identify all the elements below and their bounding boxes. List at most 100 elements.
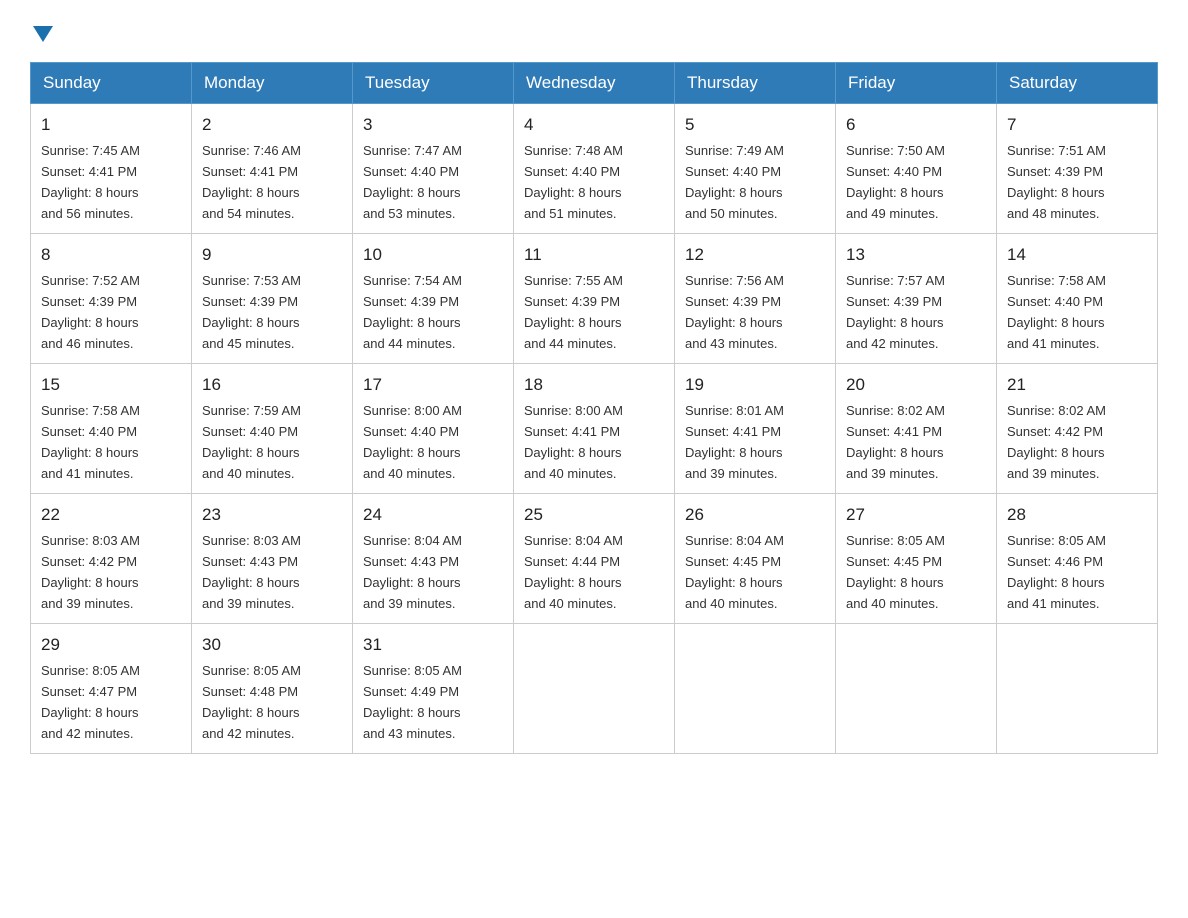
day-info: Sunrise: 7:45 AMSunset: 4:41 PMDaylight:… (41, 143, 140, 221)
calendar-cell: 15 Sunrise: 7:58 AMSunset: 4:40 PMDaylig… (31, 364, 192, 494)
weekday-header-tuesday: Tuesday (353, 63, 514, 104)
calendar-cell (514, 624, 675, 754)
week-row-4: 22 Sunrise: 8:03 AMSunset: 4:42 PMDaylig… (31, 494, 1158, 624)
day-number: 8 (41, 242, 181, 268)
day-number: 28 (1007, 502, 1147, 528)
calendar-cell: 1 Sunrise: 7:45 AMSunset: 4:41 PMDayligh… (31, 104, 192, 234)
weekday-header-saturday: Saturday (997, 63, 1158, 104)
calendar-cell: 30 Sunrise: 8:05 AMSunset: 4:48 PMDaylig… (192, 624, 353, 754)
day-number: 17 (363, 372, 503, 398)
day-number: 27 (846, 502, 986, 528)
day-info: Sunrise: 7:53 AMSunset: 4:39 PMDaylight:… (202, 273, 301, 351)
weekday-header-wednesday: Wednesday (514, 63, 675, 104)
weekday-header-row: SundayMondayTuesdayWednesdayThursdayFrid… (31, 63, 1158, 104)
day-number: 4 (524, 112, 664, 138)
page-header (30, 20, 1158, 42)
day-info: Sunrise: 7:55 AMSunset: 4:39 PMDaylight:… (524, 273, 623, 351)
day-number: 2 (202, 112, 342, 138)
day-info: Sunrise: 8:05 AMSunset: 4:49 PMDaylight:… (363, 663, 462, 741)
calendar-table: SundayMondayTuesdayWednesdayThursdayFrid… (30, 62, 1158, 754)
day-number: 10 (363, 242, 503, 268)
day-info: Sunrise: 7:56 AMSunset: 4:39 PMDaylight:… (685, 273, 784, 351)
day-info: Sunrise: 8:03 AMSunset: 4:42 PMDaylight:… (41, 533, 140, 611)
calendar-cell: 7 Sunrise: 7:51 AMSunset: 4:39 PMDayligh… (997, 104, 1158, 234)
day-info: Sunrise: 8:04 AMSunset: 4:44 PMDaylight:… (524, 533, 623, 611)
day-number: 1 (41, 112, 181, 138)
calendar-cell: 31 Sunrise: 8:05 AMSunset: 4:49 PMDaylig… (353, 624, 514, 754)
day-info: Sunrise: 8:05 AMSunset: 4:45 PMDaylight:… (846, 533, 945, 611)
calendar-cell: 8 Sunrise: 7:52 AMSunset: 4:39 PMDayligh… (31, 234, 192, 364)
calendar-cell: 24 Sunrise: 8:04 AMSunset: 4:43 PMDaylig… (353, 494, 514, 624)
day-info: Sunrise: 8:04 AMSunset: 4:45 PMDaylight:… (685, 533, 784, 611)
day-number: 14 (1007, 242, 1147, 268)
day-info: Sunrise: 8:03 AMSunset: 4:43 PMDaylight:… (202, 533, 301, 611)
day-info: Sunrise: 8:04 AMSunset: 4:43 PMDaylight:… (363, 533, 462, 611)
day-number: 9 (202, 242, 342, 268)
weekday-header-sunday: Sunday (31, 63, 192, 104)
calendar-body: 1 Sunrise: 7:45 AMSunset: 4:41 PMDayligh… (31, 104, 1158, 754)
calendar-cell (836, 624, 997, 754)
day-number: 20 (846, 372, 986, 398)
calendar-cell: 6 Sunrise: 7:50 AMSunset: 4:40 PMDayligh… (836, 104, 997, 234)
day-info: Sunrise: 7:47 AMSunset: 4:40 PMDaylight:… (363, 143, 462, 221)
day-number: 19 (685, 372, 825, 398)
day-info: Sunrise: 8:05 AMSunset: 4:46 PMDaylight:… (1007, 533, 1106, 611)
week-row-3: 15 Sunrise: 7:58 AMSunset: 4:40 PMDaylig… (31, 364, 1158, 494)
calendar-cell: 2 Sunrise: 7:46 AMSunset: 4:41 PMDayligh… (192, 104, 353, 234)
week-row-1: 1 Sunrise: 7:45 AMSunset: 4:41 PMDayligh… (31, 104, 1158, 234)
day-number: 12 (685, 242, 825, 268)
calendar-cell: 21 Sunrise: 8:02 AMSunset: 4:42 PMDaylig… (997, 364, 1158, 494)
calendar-cell: 17 Sunrise: 8:00 AMSunset: 4:40 PMDaylig… (353, 364, 514, 494)
calendar-cell: 23 Sunrise: 8:03 AMSunset: 4:43 PMDaylig… (192, 494, 353, 624)
day-info: Sunrise: 7:58 AMSunset: 4:40 PMDaylight:… (41, 403, 140, 481)
day-number: 11 (524, 242, 664, 268)
day-number: 18 (524, 372, 664, 398)
calendar-cell: 27 Sunrise: 8:05 AMSunset: 4:45 PMDaylig… (836, 494, 997, 624)
day-info: Sunrise: 7:59 AMSunset: 4:40 PMDaylight:… (202, 403, 301, 481)
day-number: 23 (202, 502, 342, 528)
day-number: 29 (41, 632, 181, 658)
day-info: Sunrise: 8:02 AMSunset: 4:41 PMDaylight:… (846, 403, 945, 481)
calendar-cell: 12 Sunrise: 7:56 AMSunset: 4:39 PMDaylig… (675, 234, 836, 364)
calendar-cell (997, 624, 1158, 754)
calendar-cell: 9 Sunrise: 7:53 AMSunset: 4:39 PMDayligh… (192, 234, 353, 364)
weekday-header-thursday: Thursday (675, 63, 836, 104)
weekday-header-monday: Monday (192, 63, 353, 104)
day-number: 21 (1007, 372, 1147, 398)
calendar-cell: 18 Sunrise: 8:00 AMSunset: 4:41 PMDaylig… (514, 364, 675, 494)
day-number: 15 (41, 372, 181, 398)
day-info: Sunrise: 8:01 AMSunset: 4:41 PMDaylight:… (685, 403, 784, 481)
day-info: Sunrise: 8:05 AMSunset: 4:47 PMDaylight:… (41, 663, 140, 741)
day-info: Sunrise: 8:02 AMSunset: 4:42 PMDaylight:… (1007, 403, 1106, 481)
week-row-5: 29 Sunrise: 8:05 AMSunset: 4:47 PMDaylig… (31, 624, 1158, 754)
weekday-header-friday: Friday (836, 63, 997, 104)
logo (30, 20, 53, 42)
day-number: 26 (685, 502, 825, 528)
day-number: 25 (524, 502, 664, 528)
day-number: 7 (1007, 112, 1147, 138)
day-info: Sunrise: 7:57 AMSunset: 4:39 PMDaylight:… (846, 273, 945, 351)
calendar-cell: 3 Sunrise: 7:47 AMSunset: 4:40 PMDayligh… (353, 104, 514, 234)
day-number: 3 (363, 112, 503, 138)
day-info: Sunrise: 8:05 AMSunset: 4:48 PMDaylight:… (202, 663, 301, 741)
day-info: Sunrise: 8:00 AMSunset: 4:40 PMDaylight:… (363, 403, 462, 481)
calendar-cell: 26 Sunrise: 8:04 AMSunset: 4:45 PMDaylig… (675, 494, 836, 624)
calendar-cell: 20 Sunrise: 8:02 AMSunset: 4:41 PMDaylig… (836, 364, 997, 494)
calendar-cell: 13 Sunrise: 7:57 AMSunset: 4:39 PMDaylig… (836, 234, 997, 364)
day-info: Sunrise: 7:52 AMSunset: 4:39 PMDaylight:… (41, 273, 140, 351)
day-number: 5 (685, 112, 825, 138)
calendar-cell: 25 Sunrise: 8:04 AMSunset: 4:44 PMDaylig… (514, 494, 675, 624)
calendar-cell: 19 Sunrise: 8:01 AMSunset: 4:41 PMDaylig… (675, 364, 836, 494)
calendar-cell: 4 Sunrise: 7:48 AMSunset: 4:40 PMDayligh… (514, 104, 675, 234)
calendar-cell: 11 Sunrise: 7:55 AMSunset: 4:39 PMDaylig… (514, 234, 675, 364)
day-number: 22 (41, 502, 181, 528)
calendar-cell: 28 Sunrise: 8:05 AMSunset: 4:46 PMDaylig… (997, 494, 1158, 624)
day-info: Sunrise: 7:49 AMSunset: 4:40 PMDaylight:… (685, 143, 784, 221)
day-number: 31 (363, 632, 503, 658)
day-info: Sunrise: 7:51 AMSunset: 4:39 PMDaylight:… (1007, 143, 1106, 221)
calendar-cell: 29 Sunrise: 8:05 AMSunset: 4:47 PMDaylig… (31, 624, 192, 754)
calendar-cell: 16 Sunrise: 7:59 AMSunset: 4:40 PMDaylig… (192, 364, 353, 494)
day-number: 16 (202, 372, 342, 398)
day-info: Sunrise: 7:50 AMSunset: 4:40 PMDaylight:… (846, 143, 945, 221)
calendar-cell: 22 Sunrise: 8:03 AMSunset: 4:42 PMDaylig… (31, 494, 192, 624)
